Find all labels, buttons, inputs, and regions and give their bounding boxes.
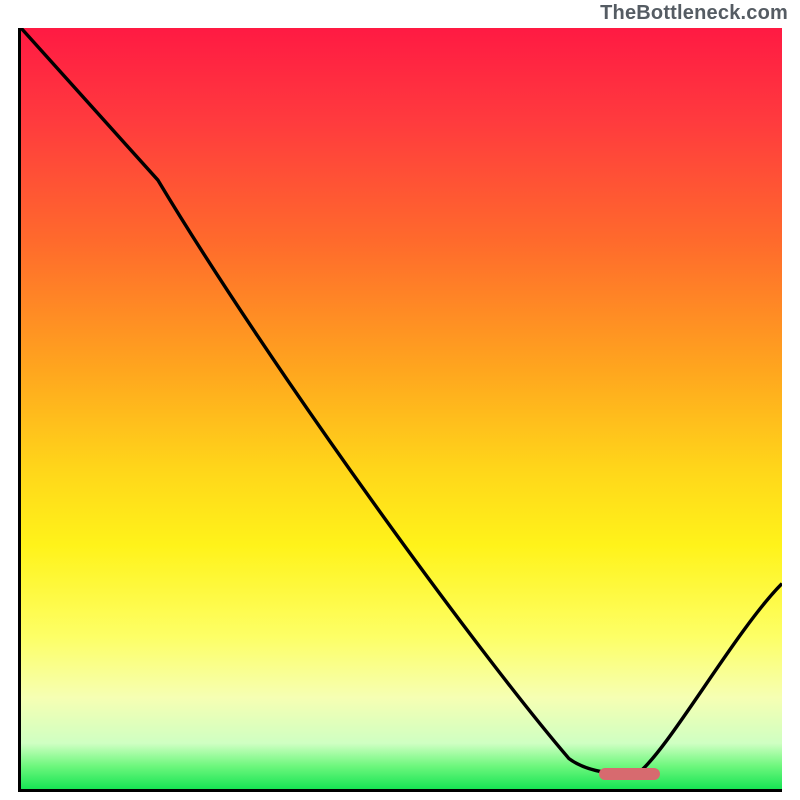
bottleneck-curve xyxy=(21,28,782,789)
attribution-text: TheBottleneck.com xyxy=(600,2,788,25)
curve-path xyxy=(21,28,782,774)
chart-canvas xyxy=(18,28,782,792)
optimal-range-marker xyxy=(599,768,660,780)
